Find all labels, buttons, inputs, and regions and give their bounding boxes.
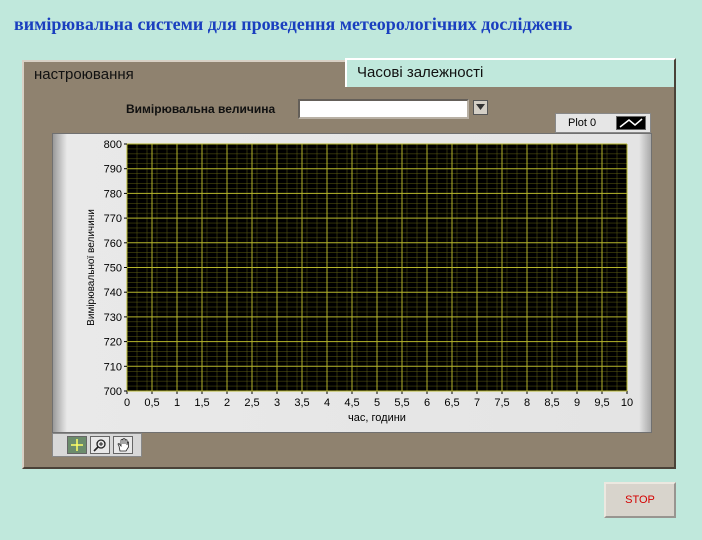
x-tick-label: 8,5 [544,397,559,409]
x-tick-label: 1 [174,397,180,409]
x-tick-label: 2,5 [244,397,259,409]
chevron-down-icon [476,104,485,110]
x-tick-label: 10 [621,397,633,409]
y-tick-label: 740 [104,287,122,299]
x-tick-label: 3 [274,397,280,409]
x-tick-label: 9,5 [594,397,609,409]
x-tick-label: 4 [324,397,330,409]
x-tick-label: 8 [524,397,530,409]
x-tick-label: 0,5 [144,397,159,409]
pan-tool-button[interactable] [113,436,133,454]
graph-palette [52,433,142,457]
zoom-tool-button[interactable] [90,436,110,454]
x-tick-label: 5 [374,397,380,409]
waveform-graph[interactable]: 0 0,5 1 1,5 2 2,5 3 3,5 4 4,5 5 5,5 6 6,5 7 7,5 8 8,5 9 9,5… [52,133,652,433]
y-axis-label: Вимірювальної величини [86,209,97,326]
y-tick-label: 720 [104,337,122,349]
x-tick-label: 6,5 [444,397,459,409]
x-tick-label: 6 [424,397,430,409]
y-tick-label: 790 [104,164,122,176]
x-tick-label: 4,5 [344,397,359,409]
legend-swatch[interactable] [616,116,646,130]
y-tick-label: 780 [104,188,122,200]
quantity-select[interactable] [298,99,469,119]
y-tick-label: 800 [104,139,122,151]
x-tick-label: 7,5 [494,397,509,409]
y-tick-label: 710 [104,361,122,373]
y-tick-label: 760 [104,238,122,250]
legend-plot-name: Plot 0 [568,117,597,129]
quantity-label: Вимірювальна величина [126,102,276,116]
x-tick-label: 3,5 [294,397,309,409]
cursor-icon [71,439,83,451]
hand-icon [117,438,129,452]
tab-settings[interactable]: настроювання [22,60,347,87]
x-tick-label: 1,5 [194,397,209,409]
y-tick-label: 770 [104,213,122,225]
y-tick-label: 700 [104,386,122,398]
zoom-icon [93,439,106,452]
cursor-tool-button[interactable] [67,436,87,454]
app-title: вимірювальна системи для проведення мете… [14,14,573,34]
x-tick-label: 9 [574,397,580,409]
quantity-dropdown-button[interactable] [473,100,488,115]
tab-time-dependencies[interactable]: Часові залежності [345,58,676,88]
y-tick-label: 750 [104,263,122,275]
stop-button[interactable]: STOP [604,482,676,518]
line-style-icon [619,118,643,128]
plot-legend[interactable]: Plot 0 [555,113,651,133]
x-tick-label: 2 [224,397,230,409]
x-tick-label: 5,5 [394,397,409,409]
x-tick-label: 0 [124,397,130,409]
x-tick-label: 7 [474,397,480,409]
x-axis-label: час, години [348,412,406,424]
y-tick-label: 730 [104,312,122,324]
